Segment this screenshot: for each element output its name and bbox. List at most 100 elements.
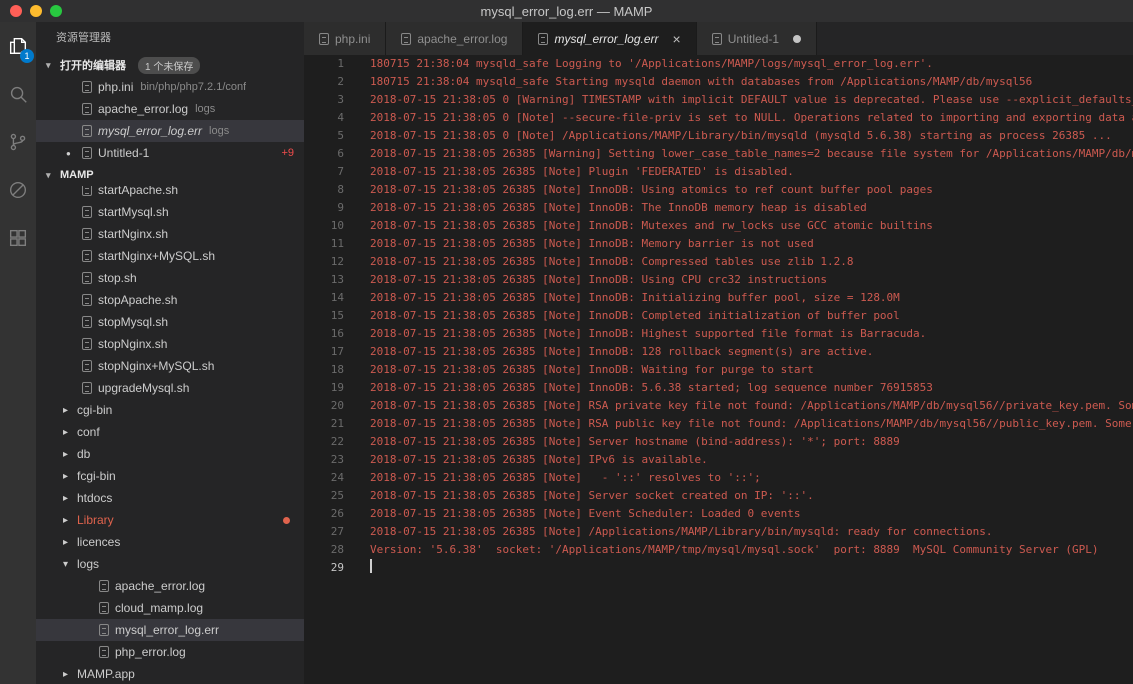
open-editors-header[interactable]: ▾ 打开的编辑器 1 个未保存 <box>36 54 304 76</box>
editor-line[interactable]: 26 2018-07-15 21:38:05 26385 [Note] Event… <box>304 505 1133 523</box>
folder-item-mamp-app[interactable]: ▸ MAMP.app <box>36 663 304 684</box>
editor-line[interactable]: 12 2018-07-15 21:38:05 26385 [Note] InnoD… <box>304 253 1133 271</box>
activity-explorer[interactable]: 1 <box>0 22 36 70</box>
line-number: 27 <box>330 525 344 538</box>
file-name: stopNginx+MySQL.sh <box>98 359 215 373</box>
folder-item-conf[interactable]: ▸ conf <box>36 421 304 443</box>
line-number: 3 <box>337 93 344 106</box>
folder-item-library[interactable]: ▸ Library <box>36 509 304 531</box>
line-text: 2018-07-15 21:38:05 26385 [Note] IPv6 is… <box>370 453 708 466</box>
editor-line[interactable]: 18 2018-07-15 21:38:05 26385 [Note] InnoD… <box>304 361 1133 379</box>
chevron-right-icon: ▸ <box>63 404 69 416</box>
line-number: 13 <box>330 273 344 286</box>
folder-name: licences <box>77 535 121 549</box>
editor-line[interactable]: 13 2018-07-15 21:38:05 26385 [Note] InnoD… <box>304 271 1133 289</box>
editor-line[interactable]: 28 Version: '5.6.38' socket: '/Applicatio… <box>304 541 1133 559</box>
editor-line[interactable]: 19 2018-07-15 21:38:05 26385 [Note] InnoD… <box>304 379 1133 397</box>
file-item-stopnginx-sh[interactable]: stopNginx.sh <box>36 333 304 355</box>
file-icon <box>99 580 109 592</box>
explorer-badge: 1 <box>20 49 34 63</box>
folder-name: Library <box>77 513 114 527</box>
editor-line[interactable]: 14 2018-07-15 21:38:05 26385 [Note] InnoD… <box>304 289 1133 307</box>
editor-line[interactable]: 5 2018-07-15 21:38:05 0 [Note] /Applicati… <box>304 127 1133 145</box>
activity-bar: 1 <box>0 22 36 684</box>
activity-source-control[interactable] <box>0 118 36 166</box>
editor-line[interactable]: 1 180715 21:38:04 mysqld_safe Logging to … <box>304 55 1133 73</box>
folder-item-fcgi-bin[interactable]: ▸ fcgi-bin <box>36 465 304 487</box>
line-text: 2018-07-15 21:38:05 0 [Warning] TIMESTAM… <box>370 93 1133 106</box>
folder-item-cgi-bin[interactable]: ▸ cgi-bin <box>36 399 304 421</box>
line-number: 2 <box>337 75 344 88</box>
editor-line[interactable]: 17 2018-07-15 21:38:05 26385 [Note] InnoD… <box>304 343 1133 361</box>
editor-line[interactable]: 21 2018-07-15 21:38:05 26385 [Note] RSA p… <box>304 415 1133 433</box>
editor-line[interactable]: 10 2018-07-15 21:38:05 26385 [Note] InnoD… <box>304 217 1133 235</box>
editor-line[interactable]: 25 2018-07-15 21:38:05 26385 [Note] Serve… <box>304 487 1133 505</box>
file-icon <box>82 81 92 93</box>
editor-line[interactable]: 7 2018-07-15 21:38:05 26385 [Note] Plugin… <box>304 163 1133 181</box>
file-icon <box>401 32 412 45</box>
file-name: stopMysql.sh <box>98 315 169 329</box>
zoom-window-button[interactable] <box>50 5 62 17</box>
minimize-window-button[interactable] <box>30 5 42 17</box>
file-item-stopapache-sh[interactable]: stopApache.sh <box>36 289 304 311</box>
line-text: 2018-07-15 21:38:05 26385 [Note] InnoDB:… <box>370 201 867 214</box>
line-number: 14 <box>330 291 344 304</box>
editor-line[interactable]: 20 2018-07-15 21:38:05 26385 [Note] RSA p… <box>304 397 1133 415</box>
tab-mysql-error-log-err[interactable]: mysql_error_log.err × <box>523 22 697 55</box>
activity-extensions[interactable] <box>0 214 36 262</box>
editor-line[interactable]: 29 <box>304 559 1133 577</box>
editor-content[interactable]: 1 180715 21:38:04 mysqld_safe Logging to … <box>304 55 1133 684</box>
editor-line[interactable]: 3 2018-07-15 21:38:05 0 [Warning] TIMESTA… <box>304 91 1133 109</box>
tab-php-ini[interactable]: php.ini <box>304 22 387 55</box>
open-editor-item[interactable]: apache_error.log logs <box>36 98 304 120</box>
editor-line[interactable]: 8 2018-07-15 21:38:05 26385 [Note] InnoDB… <box>304 181 1133 199</box>
line-text: 2018-07-15 21:38:05 26385 [Note] InnoDB:… <box>370 183 933 196</box>
folder-item-logs[interactable]: ▾ logs <box>36 553 304 575</box>
file-icon <box>82 360 92 372</box>
file-item-php-error-log[interactable]: php_error.log <box>36 641 304 663</box>
editor-line[interactable]: 15 2018-07-15 21:38:05 26385 [Note] InnoD… <box>304 307 1133 325</box>
file-name: apache_error.log <box>115 579 206 593</box>
editor-line[interactable]: 16 2018-07-15 21:38:05 26385 [Note] InnoD… <box>304 325 1133 343</box>
editor-line[interactable]: 24 2018-07-15 21:38:05 26385 [Note] - '::… <box>304 469 1133 487</box>
file-item-startnginx-sh[interactable]: startNginx.sh <box>36 223 304 245</box>
folder-item-licences[interactable]: ▸ licences <box>36 531 304 553</box>
line-number: 24 <box>330 471 344 484</box>
editor-line[interactable]: 2 180715 21:38:04 mysqld_safe Starting my… <box>304 73 1133 91</box>
editor-line[interactable]: 22 2018-07-15 21:38:05 26385 [Note] Serve… <box>304 433 1133 451</box>
file-item-startnginx-mysql-sh[interactable]: startNginx+MySQL.sh <box>36 245 304 267</box>
tab-untitled-1[interactable]: Untitled-1 <box>696 22 818 55</box>
file-item-mysql-error-log-err[interactable]: mysql_error_log.err <box>36 619 304 641</box>
file-item-stopnginx-mysql-sh[interactable]: stopNginx+MySQL.sh <box>36 355 304 377</box>
file-item-stopmysql-sh[interactable]: stopMysql.sh <box>36 311 304 333</box>
editor-line[interactable]: 27 2018-07-15 21:38:05 26385 [Note] /Appl… <box>304 523 1133 541</box>
line-text: 2018-07-15 21:38:05 26385 [Note] InnoDB:… <box>370 309 900 322</box>
tab-label: apache_error.log <box>417 31 508 46</box>
file-item-upgrademysql-sh[interactable]: upgradeMysql.sh <box>36 377 304 399</box>
editor-line[interactable]: 4 2018-07-15 21:38:05 0 [Note] --secure-f… <box>304 109 1133 127</box>
file-item-cloud-mamp-log[interactable]: cloud_mamp.log <box>36 597 304 619</box>
editor-line[interactable]: 23 2018-07-15 21:38:05 26385 [Note] IPv6 … <box>304 451 1133 469</box>
line-number: 16 <box>330 327 344 340</box>
close-icon[interactable]: × <box>673 32 681 46</box>
open-editor-item[interactable]: ● Untitled-1 +9 <box>36 142 304 164</box>
activity-search[interactable] <box>0 70 36 118</box>
editor-line[interactable]: 11 2018-07-15 21:38:05 26385 [Note] InnoD… <box>304 235 1133 253</box>
file-item-stop-sh[interactable]: stop.sh <box>36 267 304 289</box>
tab-label: mysql_error_log.err <box>554 31 659 46</box>
open-editor-item[interactable]: mysql_error_log.err logs <box>36 120 304 142</box>
line-number: 9 <box>337 201 344 214</box>
line-text: 2018-07-15 21:38:05 26385 [Note] InnoDB:… <box>370 273 827 286</box>
close-window-button[interactable] <box>10 5 22 17</box>
file-item-apache-error-log[interactable]: apache_error.log <box>36 575 304 597</box>
folder-root-mamp[interactable]: ▾ MAMP <box>36 164 304 186</box>
folder-item-db[interactable]: ▸ db <box>36 443 304 465</box>
editor-line[interactable]: 6 2018-07-15 21:38:05 26385 [Warning] Set… <box>304 145 1133 163</box>
activity-debug[interactable] <box>0 166 36 214</box>
editor-line[interactable]: 9 2018-07-15 21:38:05 26385 [Note] InnoDB… <box>304 199 1133 217</box>
tab-apache-error-log[interactable]: apache_error.log <box>386 22 524 55</box>
file-icon <box>82 294 92 306</box>
folder-item-htdocs[interactable]: ▸ htdocs <box>36 487 304 509</box>
file-item-startmysql-sh[interactable]: startMysql.sh <box>36 201 304 223</box>
open-editor-item[interactable]: php.ini bin/php/php7.2.1/conf <box>36 76 304 98</box>
